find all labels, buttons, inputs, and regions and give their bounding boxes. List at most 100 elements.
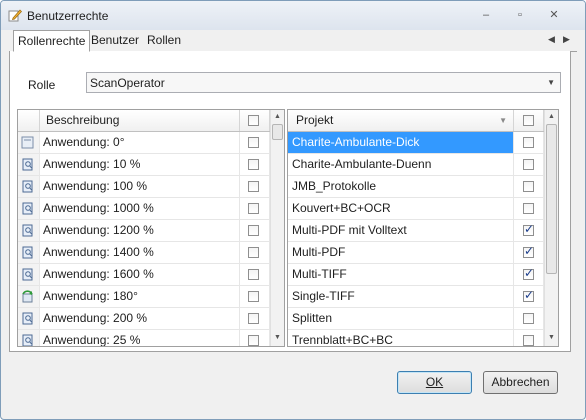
- row-header-cell: [18, 176, 40, 197]
- cancel-button[interactable]: Abbrechen: [483, 371, 558, 394]
- table-row[interactable]: Kouvert+BC+OCR: [288, 198, 544, 220]
- table-row[interactable]: Multi-PDF ✓: [288, 242, 544, 264]
- row-check-cell: [240, 308, 270, 329]
- table-row[interactable]: Anwendung: 0°: [18, 132, 270, 154]
- scroll-up-icon[interactable]: ▲: [274, 113, 281, 120]
- row-label: Anwendung: 0°: [40, 132, 240, 153]
- permission-checkbox[interactable]: [248, 203, 259, 214]
- column-header-beschreibung[interactable]: Beschreibung: [40, 110, 240, 131]
- project-name: Charite-Ambulante-Duenn: [288, 154, 514, 175]
- projects-grid-scrollbar[interactable]: ▲ ▼: [544, 110, 558, 346]
- row-header-cell: [18, 264, 40, 285]
- rolle-label: Rolle: [28, 78, 56, 92]
- minimize-button[interactable]: –: [475, 7, 497, 23]
- row-check-cell: [514, 198, 544, 219]
- row-header-cell: [18, 132, 40, 153]
- project-checkbox[interactable]: [523, 181, 534, 192]
- chevron-down-icon[interactable]: ▼: [547, 78, 555, 87]
- column-header-check-cell: [240, 110, 270, 131]
- title-bar[interactable]: Benutzerrechte – ▫ ✕: [1, 1, 585, 30]
- table-row[interactable]: Anwendung: 100 %: [18, 176, 270, 198]
- tab-rollen[interactable]: Rollen: [143, 32, 185, 50]
- row-check-cell: ✓: [514, 220, 544, 241]
- permission-checkbox[interactable]: [248, 313, 259, 324]
- table-row[interactable]: Multi-PDF mit Volltext ✓: [288, 220, 544, 242]
- permission-checkbox[interactable]: [248, 247, 259, 258]
- user-rights-window: Benutzerrechte – ▫ ✕ Rollenrechte Benutz…: [0, 0, 586, 420]
- table-row[interactable]: Anwendung: 1400 %: [18, 242, 270, 264]
- project-name: Splitten: [288, 308, 514, 329]
- rolle-select-value: ScanOperator: [90, 76, 165, 90]
- project-name: Kouvert+BC+OCR: [288, 198, 514, 219]
- table-row[interactable]: Anwendung: 1200 %: [18, 220, 270, 242]
- project-checkbox[interactable]: ✓: [523, 244, 534, 258]
- table-row[interactable]: Charite-Ambulante-Duenn: [288, 154, 544, 176]
- row-label: Anwendung: 100 %: [40, 176, 240, 197]
- table-row[interactable]: Anwendung: 200 %: [18, 308, 270, 330]
- tab-scroll-right-icon[interactable]: ▶: [563, 34, 570, 45]
- table-row[interactable]: Anwendung: 1600 %: [18, 264, 270, 286]
- cancel-button-label: Abbrechen: [491, 375, 550, 389]
- row-check-cell: [240, 132, 270, 153]
- rotate-icon: [22, 290, 33, 303]
- project-checkbox[interactable]: [523, 137, 534, 148]
- scroll-down-icon[interactable]: ▼: [274, 334, 281, 341]
- table-row[interactable]: Anwendung: 1000 %: [18, 198, 270, 220]
- permission-checkbox[interactable]: [248, 137, 259, 148]
- tab-benutzer[interactable]: Benutzer: [87, 32, 143, 50]
- select-all-checkbox[interactable]: [248, 115, 259, 126]
- permission-checkbox[interactable]: [248, 335, 259, 346]
- permission-checkbox[interactable]: [248, 225, 259, 236]
- scan-icon: [22, 180, 33, 193]
- project-checkbox[interactable]: [523, 335, 534, 346]
- row-header-cell: [18, 330, 40, 346]
- scroll-up-icon[interactable]: ▲: [548, 113, 555, 120]
- table-row[interactable]: Anwendung: 25 %: [18, 330, 270, 346]
- row-check-cell: [514, 308, 544, 329]
- project-name: Multi-PDF mit Volltext: [288, 220, 514, 241]
- maximize-button[interactable]: ▫: [509, 7, 531, 23]
- project-checkbox[interactable]: [523, 313, 534, 324]
- row-check-cell: [240, 220, 270, 241]
- table-row[interactable]: Single-TIFF ✓: [288, 286, 544, 308]
- tab-rollenrechte[interactable]: Rollenrechte: [13, 30, 91, 52]
- permission-checkbox[interactable]: [248, 159, 259, 170]
- table-row[interactable]: Splitten: [288, 308, 544, 330]
- row-check-cell: [240, 154, 270, 175]
- table-row[interactable]: Anwendung: 10 %: [18, 154, 270, 176]
- rolle-select[interactable]: ScanOperator ▼: [86, 72, 561, 93]
- filter-dropdown-icon[interactable]: ▼: [499, 110, 507, 131]
- project-checkbox[interactable]: ✓: [523, 288, 534, 302]
- permissions-grid-scrollbar[interactable]: ▲ ▼: [270, 110, 284, 346]
- scrollbar-thumb[interactable]: [546, 124, 557, 274]
- row-header-cell: [18, 198, 40, 219]
- project-checkbox[interactable]: [523, 159, 534, 170]
- row-check-cell: [240, 286, 270, 307]
- project-checkbox[interactable]: ✓: [523, 266, 534, 280]
- scrollbar-thumb[interactable]: [272, 124, 283, 140]
- permission-checkbox[interactable]: [248, 291, 259, 302]
- scroll-down-icon[interactable]: ▼: [548, 334, 555, 341]
- table-row[interactable]: Multi-TIFF ✓: [288, 264, 544, 286]
- table-row[interactable]: JMB_Protokolle: [288, 176, 544, 198]
- tab-scroll-left-icon[interactable]: ◀: [548, 34, 555, 45]
- page-icon: [21, 136, 34, 149]
- table-row[interactable]: Trennblatt+BC+BC: [288, 330, 544, 346]
- project-checkbox[interactable]: [523, 203, 534, 214]
- row-label: Anwendung: 1400 %: [40, 242, 240, 263]
- projects-grid-header: Projekt ▼: [288, 110, 544, 132]
- row-header-cell: [18, 308, 40, 329]
- permission-checkbox[interactable]: [248, 181, 259, 192]
- close-button[interactable]: ✕: [543, 7, 565, 23]
- ok-button[interactable]: OK: [397, 371, 472, 394]
- table-row[interactable]: Anwendung: 180°: [18, 286, 270, 308]
- table-row[interactable]: Charite-Ambulante-Dick: [288, 132, 544, 154]
- edit-pencil-icon: [8, 9, 22, 22]
- column-header-projekt-label: Projekt: [296, 113, 334, 127]
- row-check-cell: ✓: [514, 242, 544, 263]
- row-label: Anwendung: 200 %: [40, 308, 240, 329]
- select-all-checkbox[interactable]: [523, 115, 534, 126]
- project-checkbox[interactable]: ✓: [523, 222, 534, 236]
- column-header-projekt[interactable]: Projekt ▼: [288, 110, 514, 131]
- permission-checkbox[interactable]: [248, 269, 259, 280]
